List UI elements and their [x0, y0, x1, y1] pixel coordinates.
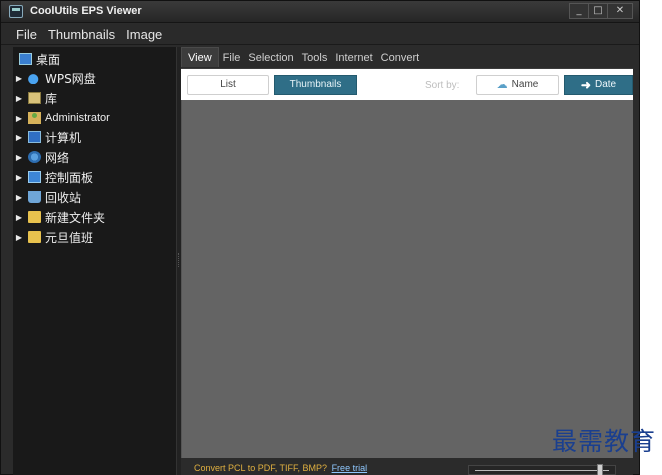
expand-arrow-icon[interactable]: ▶ — [13, 193, 25, 202]
tab-view[interactable]: View — [181, 47, 219, 67]
watermark-text: 最需教育 — [551, 427, 656, 456]
tree-root-desktop[interactable]: 桌面 — [16, 51, 60, 67]
title-bar[interactable]: CoolUtils EPS Viewer _ □ ✕ — [1, 1, 639, 23]
zoom-slider-thumb[interactable] — [597, 464, 603, 475]
expand-arrow-icon[interactable]: ▶ — [13, 74, 25, 83]
thumbnails-view-button[interactable]: Thumbnails — [274, 75, 357, 95]
computer-icon — [28, 131, 41, 143]
tree-item-label: 新建文件夹 — [45, 210, 106, 225]
close-button[interactable]: ✕ — [608, 4, 632, 18]
menu-bar: File Thumbnails Image — [1, 24, 639, 45]
minimize-button[interactable]: _ — [570, 4, 589, 18]
tab-file[interactable]: File — [219, 49, 245, 67]
expand-arrow-icon[interactable]: ▶ — [13, 153, 25, 162]
main-panel: View File Selection Tools Internet Conve… — [181, 47, 633, 475]
thumbnail-viewer-area[interactable] — [181, 100, 633, 458]
tab-convert[interactable]: Convert — [377, 49, 424, 67]
app-window: CoolUtils EPS Viewer _ □ ✕ File Thumbnai… — [0, 0, 640, 475]
recycle-bin-icon — [28, 191, 41, 203]
tree-item-label: WPS网盘 — [45, 71, 96, 86]
tab-selection[interactable]: Selection — [244, 49, 297, 67]
ribbon-tabs: View File Selection Tools Internet Conve… — [181, 47, 423, 67]
tree-item-new-year-duty[interactable]: ▶ 元旦值班 — [13, 229, 93, 245]
menu-file[interactable]: File — [16, 27, 37, 42]
zoom-slider-track — [475, 470, 609, 471]
folder-tree: 桌面 ▶ WPS网盘 ▶ 库 ▶ Administrator ▶ 计算机 ▶ 网… — [13, 47, 177, 475]
menu-thumbnails[interactable]: Thumbnails — [48, 27, 115, 42]
expand-arrow-icon[interactable]: ▶ — [13, 233, 25, 242]
app-logo-icon — [9, 5, 23, 18]
tree-item-label: 网络 — [45, 150, 70, 165]
tree-item-label: 控制面板 — [45, 170, 94, 185]
window-controls: _ □ ✕ — [569, 3, 633, 19]
user-folder-icon — [28, 112, 41, 124]
tree-item-label: 库 — [45, 91, 58, 106]
status-bar: Convert PCL to PDF, TIFF, BMP? Free tria… — [181, 458, 633, 475]
splitter-grip-icon[interactable] — [178, 253, 180, 267]
network-icon — [28, 151, 41, 163]
tree-item-recycle-bin[interactable]: ▶ 回收站 — [13, 189, 81, 205]
tree-item-library[interactable]: ▶ 库 — [13, 90, 57, 106]
window-title: CoolUtils EPS Viewer — [30, 5, 142, 17]
arrow-right-icon: ➜ — [580, 78, 591, 92]
maximize-button[interactable]: □ — [589, 4, 608, 18]
view-toolbar: List Thumbnails Sort by: ☁ Name ➜ Date — [181, 68, 633, 100]
desktop-icon — [19, 53, 32, 65]
tree-item-network[interactable]: ▶ 网络 — [13, 149, 69, 165]
library-icon — [28, 92, 41, 104]
expand-arrow-icon[interactable]: ▶ — [13, 114, 25, 123]
expand-arrow-icon[interactable]: ▶ — [13, 173, 25, 182]
tree-item-label: 回收站 — [45, 190, 82, 205]
free-trial-link[interactable]: Free trial — [332, 463, 368, 473]
tree-item-wps-cloud[interactable]: ▶ WPS网盘 — [13, 70, 96, 86]
cloud-sort-icon: ☁ — [496, 78, 508, 91]
tree-root-label: 桌面 — [36, 52, 61, 67]
folder-icon — [28, 211, 41, 223]
promo-message: Convert PCL to PDF, TIFF, BMP? — [194, 463, 328, 473]
sort-date-label: Date — [594, 79, 617, 90]
control-panel-icon — [28, 171, 41, 183]
tab-tools[interactable]: Tools — [298, 49, 332, 67]
sort-by-label: Sort by: — [425, 80, 460, 91]
tree-item-control-panel[interactable]: ▶ 控制面板 — [13, 169, 93, 185]
tree-item-computer[interactable]: ▶ 计算机 — [13, 129, 81, 145]
tree-item-label: Administrator — [45, 112, 110, 124]
folder-icon — [28, 231, 41, 243]
tree-item-administrator[interactable]: ▶ Administrator — [13, 110, 110, 126]
zoom-slider[interactable] — [468, 464, 616, 475]
promo-text: Convert PCL to PDF, TIFF, BMP? Free tria… — [194, 463, 367, 473]
tree-item-label: 元旦值班 — [45, 230, 94, 245]
cloud-icon — [28, 72, 41, 84]
sort-by-date-button[interactable]: ➜ Date — [564, 75, 633, 95]
tab-internet[interactable]: Internet — [331, 49, 376, 67]
expand-arrow-icon[interactable]: ▶ — [13, 213, 25, 222]
menu-image[interactable]: Image — [126, 27, 162, 42]
list-view-button[interactable]: List — [187, 75, 269, 95]
expand-arrow-icon[interactable]: ▶ — [13, 94, 25, 103]
tree-item-new-folder[interactable]: ▶ 新建文件夹 — [13, 209, 105, 225]
sort-by-name-button[interactable]: ☁ Name — [476, 75, 559, 95]
expand-arrow-icon[interactable]: ▶ — [13, 133, 25, 142]
sort-name-label: Name — [511, 79, 539, 90]
tree-item-label: 计算机 — [45, 130, 82, 145]
